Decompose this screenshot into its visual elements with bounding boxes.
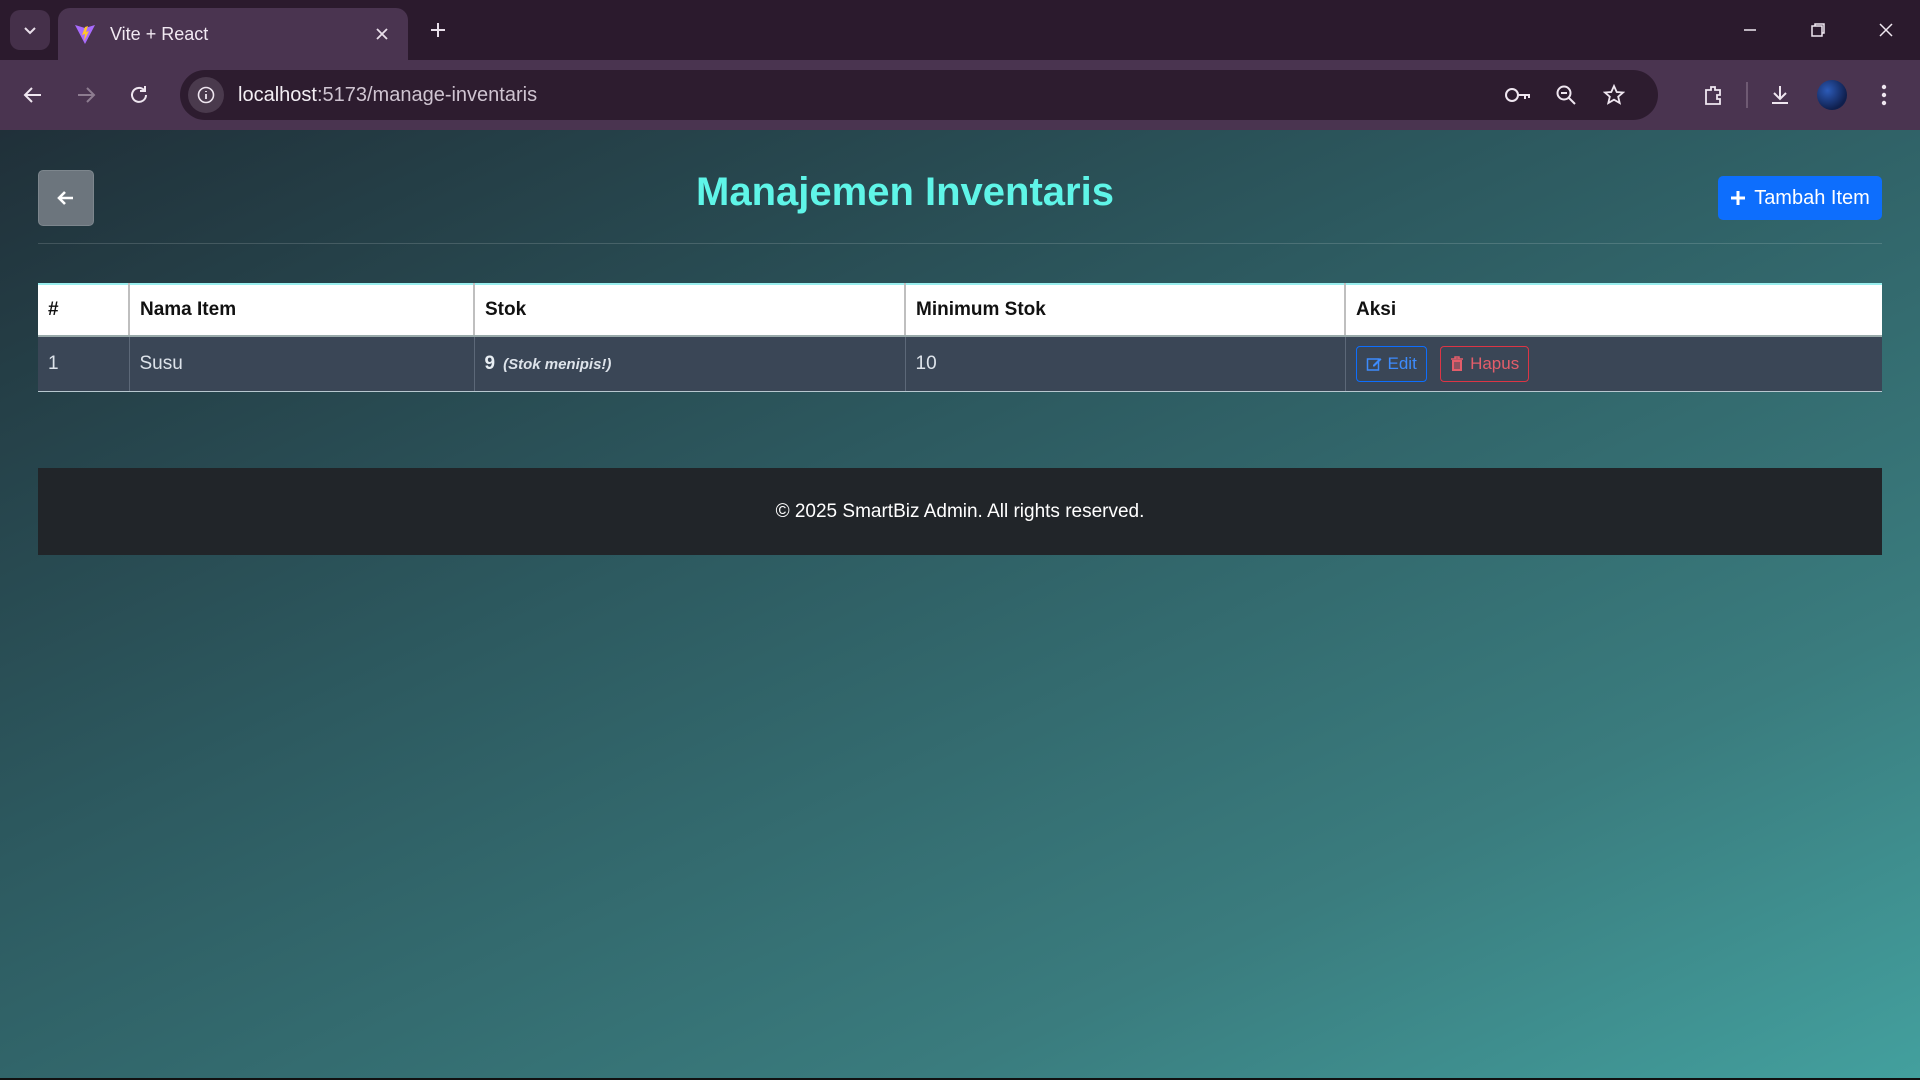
column-header-actions: Aksi	[1345, 283, 1882, 337]
edit-icon	[1366, 358, 1381, 371]
downloads-icon[interactable]	[1754, 75, 1806, 115]
cell-number: 1	[38, 336, 130, 392]
add-item-label: Tambah Item	[1754, 186, 1870, 209]
column-header-name: Nama Item	[129, 283, 475, 337]
edit-label: Edit	[1387, 354, 1417, 373]
cell-min-stock: 10	[905, 336, 1346, 392]
trash-icon	[1451, 356, 1464, 371]
table-row: 1 Susu 9 (Stok menipis!) 10 Edit Hapus	[38, 336, 1882, 392]
column-header-number: #	[38, 283, 130, 337]
close-tab-icon[interactable]	[368, 20, 396, 48]
column-header-stock: Stok	[474, 283, 906, 337]
delete-button[interactable]: Hapus	[1440, 346, 1530, 382]
close-icon	[1879, 23, 1893, 37]
tab-search-button[interactable]	[10, 10, 50, 50]
browser-tab-bar: Vite + React	[0, 0, 1920, 60]
zoom-icon[interactable]	[1542, 75, 1590, 115]
browser-tab[interactable]: Vite + React	[58, 8, 408, 60]
avatar	[1817, 80, 1847, 110]
address-bar[interactable]: localhost:5173/manage-inventaris	[180, 70, 1658, 120]
toolbar-divider	[1746, 82, 1748, 108]
profile-avatar[interactable]	[1806, 75, 1858, 115]
url-host: localhost	[238, 83, 317, 106]
footer-text: © 2025 SmartBiz Admin. All rights reserv…	[775, 500, 1145, 522]
plus-icon	[431, 23, 445, 37]
vite-logo-icon	[72, 21, 98, 47]
close-window-button[interactable]	[1852, 0, 1920, 60]
menu-kebab-icon[interactable]	[1858, 75, 1910, 115]
table-header-row: # Nama Item Stok Minimum Stok Aksi	[38, 283, 1882, 337]
page-title: Manajemen Inventaris	[696, 170, 1114, 214]
delete-label: Hapus	[1470, 354, 1520, 373]
restore-button[interactable]	[1784, 0, 1852, 60]
add-item-button[interactable]: Tambah Item	[1718, 176, 1882, 220]
minimize-icon	[1744, 29, 1756, 31]
new-tab-button[interactable]	[422, 14, 454, 46]
window-controls	[1716, 0, 1920, 60]
plus-icon	[1731, 191, 1746, 205]
password-key-icon[interactable]	[1494, 75, 1542, 115]
tab-title: Vite + React	[110, 23, 209, 44]
low-stock-warning: (Stok menipis!)	[503, 356, 612, 373]
url-path: :5173/manage-inventaris	[316, 83, 538, 106]
header-divider	[38, 243, 1882, 244]
arrow-left-icon	[23, 87, 41, 103]
browser-toolbar: localhost:5173/manage-inventaris	[0, 60, 1920, 130]
reload-icon	[131, 86, 147, 103]
minimize-button[interactable]	[1716, 0, 1784, 60]
reload-button[interactable]	[119, 75, 159, 115]
edit-button[interactable]: Edit	[1355, 346, 1427, 382]
chevron-down-icon	[24, 27, 36, 35]
cell-stock: 9 (Stok menipis!)	[474, 336, 906, 392]
cell-item-name: Susu	[129, 336, 475, 392]
restore-icon	[1811, 23, 1825, 37]
stock-value: 9	[484, 353, 496, 374]
column-header-min-stock: Minimum Stok	[905, 283, 1346, 337]
arrow-right-icon	[78, 87, 96, 103]
back-nav-button[interactable]	[13, 75, 53, 115]
footer: © 2025 SmartBiz Admin. All rights reserv…	[38, 468, 1882, 555]
forward-nav-button[interactable]	[66, 75, 106, 115]
inventory-table: # Nama Item Stok Minimum Stok Aksi 1 Sus…	[38, 283, 1882, 392]
bookmark-star-icon[interactable]	[1590, 75, 1638, 115]
cell-actions: Edit Hapus	[1345, 336, 1882, 392]
page-content: Manajemen Inventaris Tambah Item # Nama …	[0, 130, 1920, 1080]
url-text[interactable]: localhost:5173/manage-inventaris	[238, 84, 1494, 107]
extensions-icon[interactable]	[1688, 75, 1740, 115]
site-info-icon[interactable]	[188, 77, 224, 113]
